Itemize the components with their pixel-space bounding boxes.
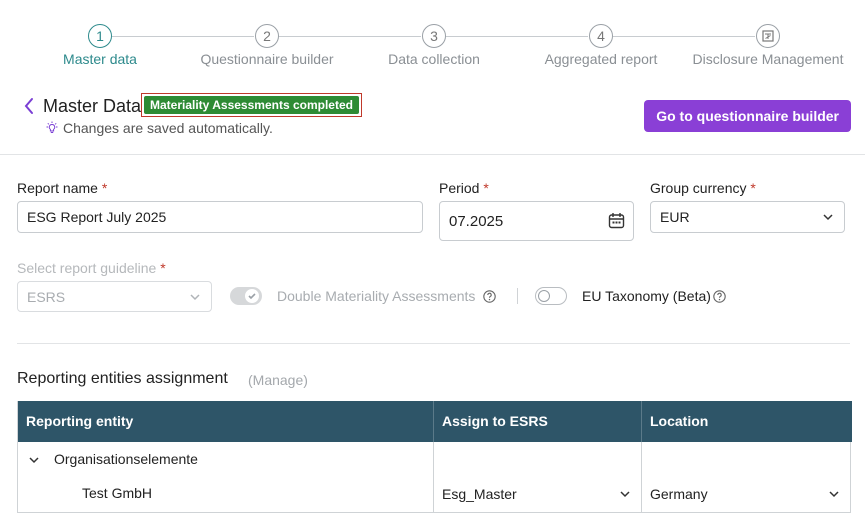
period-label-text: Period <box>439 180 480 196</box>
step-number: 4 <box>589 24 613 48</box>
calendar-icon[interactable] <box>608 212 625 229</box>
assign-esrs-select[interactable]: Esg_Master <box>442 486 517 502</box>
column-divider <box>641 401 642 442</box>
go-to-questionnaire-builder-button[interactable]: Go to questionnaire builder <box>644 100 851 132</box>
step-questionnaire-builder[interactable]: 2 Questionnaire builder <box>177 24 357 67</box>
column-header-assign-to-esrs[interactable]: Assign to ESRS <box>434 401 548 442</box>
period-value: 07.2025 <box>449 212 504 230</box>
report-name-value: ESG Report July 2025 <box>27 209 167 225</box>
step-label: Questionnaire builder <box>200 51 334 67</box>
chevron-down-icon <box>823 214 833 221</box>
step-master-data[interactable]: 1 Master data <box>10 24 190 67</box>
group-currency-value: EUR <box>660 209 690 225</box>
divider <box>517 288 518 304</box>
help-circle-icon[interactable] <box>713 290 726 303</box>
location-select[interactable]: Germany <box>650 486 708 502</box>
report-name-input[interactable]: ESG Report July 2025 <box>17 201 423 233</box>
period-input[interactable]: 07.2025 <box>439 201 634 241</box>
required-marker: * <box>750 180 756 196</box>
expand-chevron-icon[interactable] <box>28 454 40 466</box>
entity-name: Test GmbH <box>82 485 153 501</box>
entities-table: Reporting entity Assign to ESRS Location… <box>17 401 852 513</box>
period-label: Period * <box>439 180 489 196</box>
step-label: Data collection <box>388 51 480 67</box>
location-value: Germany <box>650 486 708 502</box>
step-number: 2 <box>255 24 279 48</box>
step-icon-circle <box>756 24 780 48</box>
group-currency-select[interactable]: EUR <box>650 201 845 233</box>
autosave-text: Changes are saved automatically. <box>63 120 273 136</box>
required-marker: * <box>101 180 108 196</box>
step-disclosure-management[interactable]: Disclosure Management <box>678 24 858 67</box>
check-icon <box>248 293 256 300</box>
required-marker: * <box>160 260 166 276</box>
page-header: Master Data Materiality Assessments comp… <box>0 92 865 155</box>
eu-taxonomy-label: EU Taxonomy (Beta) <box>582 288 711 304</box>
section-title: Reporting entities assignment <box>17 370 228 387</box>
table-header: Reporting entity Assign to ESRS Location <box>18 401 852 442</box>
group-row-label: Organisationselemente <box>54 451 198 467</box>
status-badge-highlight: Materiality Assessments completed <box>141 93 362 117</box>
step-data-collection[interactable]: 3 Data collection <box>344 24 524 67</box>
toggle-knob <box>538 290 550 302</box>
progress-stepper: 1 Master data 2 Questionnaire builder 3 … <box>0 24 865 74</box>
step-label: Master data <box>63 51 137 67</box>
step-label: Aggregated report <box>544 51 658 67</box>
required-marker: * <box>483 180 489 196</box>
step-label: Disclosure Management <box>692 51 844 67</box>
report-guideline-label: Select report guideline * <box>17 260 166 276</box>
column-header-reporting-entity[interactable]: Reporting entity <box>18 401 133 442</box>
section-divider <box>17 343 850 344</box>
page-title: Master Data <box>43 96 142 116</box>
back-arrow-icon[interactable] <box>20 94 38 118</box>
report-name-label: Report name * <box>17 180 107 196</box>
status-badge: Materiality Assessments completed <box>144 96 359 114</box>
report-guideline-label-text: Select report guideline <box>17 260 157 276</box>
step-number: 1 <box>88 24 112 48</box>
double-materiality-toggle <box>230 287 262 305</box>
step-aggregated-report[interactable]: 4 Aggregated report <box>511 24 691 67</box>
double-materiality-label: Double Materiality Assessments <box>277 288 476 304</box>
step-number: 3 <box>422 24 446 48</box>
lightbulb-icon <box>46 121 58 133</box>
chevron-down-icon <box>190 293 200 300</box>
assign-esrs-value: Esg_Master <box>442 486 517 502</box>
group-currency-label-text: Group currency <box>650 180 747 196</box>
help-circle-icon[interactable] <box>483 290 496 303</box>
report-guideline-value: ESRS <box>27 288 66 305</box>
column-header-location[interactable]: Location <box>642 401 708 442</box>
column-divider <box>433 401 434 442</box>
group-currency-label: Group currency * <box>650 180 756 196</box>
chevron-down-icon[interactable] <box>828 488 840 500</box>
report-guideline-select: ESRS <box>17 281 212 312</box>
disclosure-icon <box>762 30 774 42</box>
manage-link[interactable]: (Manage) <box>248 372 308 388</box>
autosave-hint: Changes are saved automatically. <box>45 120 273 136</box>
chevron-down-icon[interactable] <box>619 488 631 500</box>
toggle-knob <box>244 288 260 304</box>
eu-taxonomy-toggle[interactable] <box>535 287 567 305</box>
report-name-label-text: Report name <box>17 180 98 196</box>
